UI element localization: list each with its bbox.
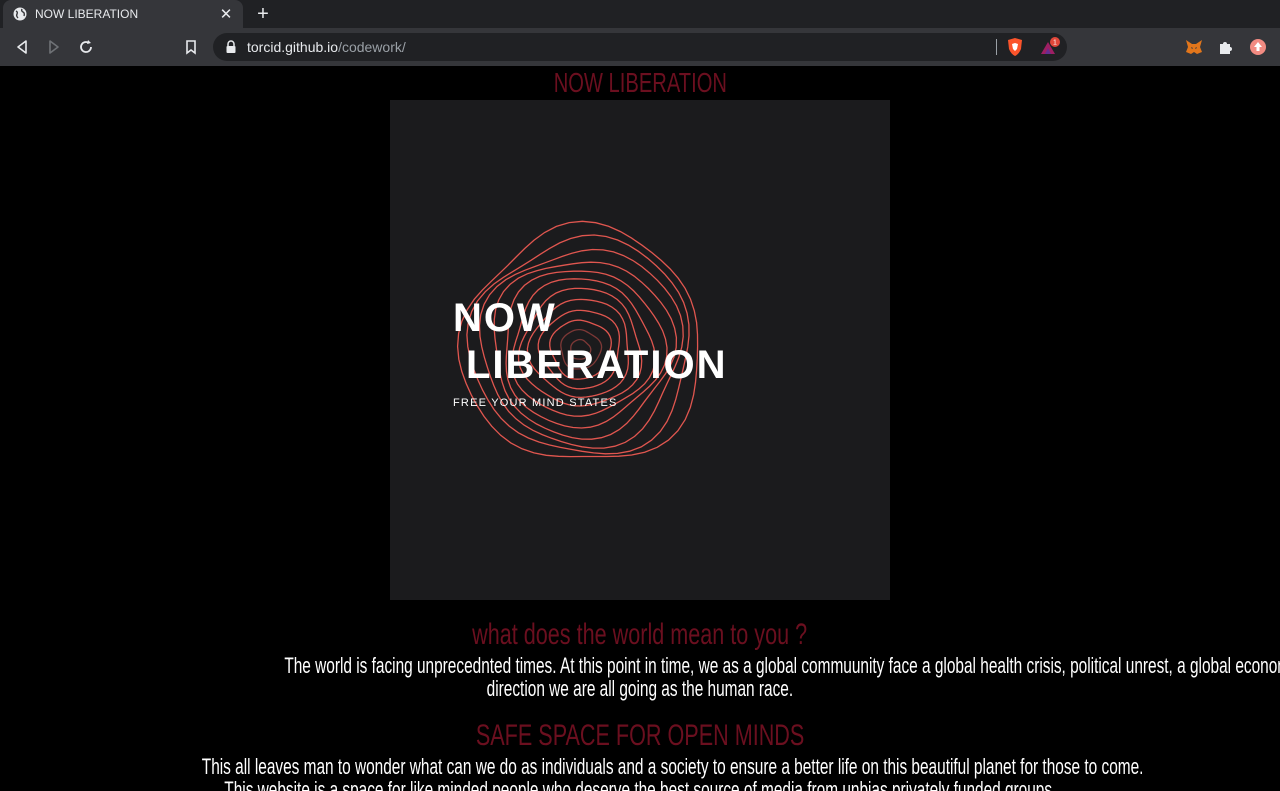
- body-paragraph-line-2: This website is a space for like minded …: [0, 778, 1280, 791]
- browser-toolbar: torcid.github.io/codework/ 1: [0, 28, 1280, 66]
- forward-icon[interactable]: [44, 37, 64, 57]
- extensions-icon[interactable]: [1216, 37, 1236, 57]
- page-title-text: NOW LIBERATION: [553, 67, 727, 98]
- logo-text-liberation: LIBERATION: [466, 343, 728, 387]
- page-title: NOW LIBERATION: [0, 66, 1280, 100]
- url-host: torcid.github.io: [247, 39, 339, 55]
- address-bar[interactable]: torcid.github.io/codework/ 1: [213, 33, 1067, 61]
- body-text-1: This all leaves man to wonder what can w…: [201, 754, 1144, 779]
- intro-paragraph-line-1: The world is facing unprecednted times. …: [0, 654, 1280, 678]
- metamask-icon[interactable]: [1184, 37, 1204, 57]
- omnibox-divider: [996, 39, 997, 55]
- brave-rewards-icon[interactable]: 1: [1039, 37, 1061, 57]
- safe-space-heading-text: SAFE SPACE FOR OPEN MINDS: [475, 719, 805, 752]
- rewards-badge: 1: [1053, 40, 1057, 47]
- globe-icon: [13, 7, 27, 21]
- url-text[interactable]: torcid.github.io/codework/: [247, 39, 406, 55]
- intro-text-2: direction we are all going as the human …: [486, 676, 794, 701]
- question-heading-text: what does the world mean to you ?: [472, 618, 808, 651]
- safe-space-heading: SAFE SPACE FOR OPEN MINDS: [0, 719, 1280, 753]
- logo-text-now: NOW: [453, 296, 557, 340]
- body-text-2: This website is a space for like minded …: [223, 777, 1057, 791]
- profile-icon[interactable]: [1248, 37, 1268, 57]
- tab-title: NOW LIBERATION: [35, 7, 139, 21]
- browser-tab[interactable]: NOW LIBERATION ✕: [3, 0, 243, 28]
- lock-icon[interactable]: [225, 40, 237, 54]
- back-icon[interactable]: [12, 37, 32, 57]
- tab-strip: NOW LIBERATION ✕ +: [0, 0, 1280, 28]
- body-paragraph-line-1: This all leaves man to wonder what can w…: [0, 755, 1280, 779]
- hero-image: NOW LIBERATION FREE YOUR MIND STATES: [390, 100, 890, 600]
- reload-icon[interactable]: [76, 37, 96, 57]
- close-icon[interactable]: ✕: [219, 7, 233, 22]
- question-heading: what does the world mean to you ?: [0, 618, 1280, 652]
- url-path: /codework/: [338, 39, 406, 55]
- intro-paragraph-line-2: direction we are all going as the human …: [0, 677, 1280, 701]
- intro-text-1: The world is facing unprecednted times. …: [284, 653, 1280, 678]
- web-page: NOW LIBERATION NOW LIBERATION FREE YOUR …: [0, 66, 1280, 791]
- logo-tagline: FREE YOUR MIND STATES: [453, 397, 618, 409]
- bookmark-icon[interactable]: [181, 37, 201, 57]
- plus-icon[interactable]: +: [252, 3, 274, 25]
- brave-shield-icon[interactable]: [1006, 37, 1024, 57]
